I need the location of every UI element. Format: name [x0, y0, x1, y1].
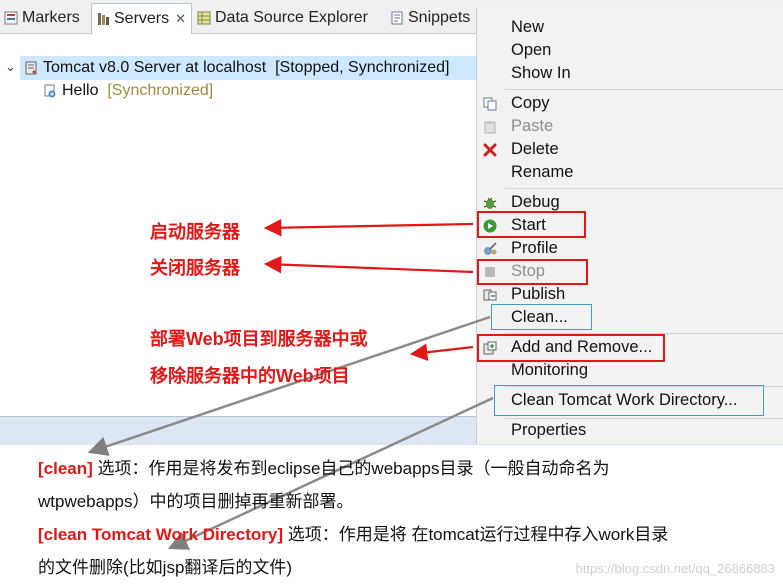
note-clean-term: [clean]: [38, 459, 93, 478]
annotation-stop-server: 关闭服务器: [150, 258, 240, 278]
note-clean-line2: wtpwebapps）中的项目删掉再重新部署。: [38, 492, 354, 511]
arrow-stop: [263, 255, 474, 274]
arrow-add-remove: [409, 343, 474, 361]
annotation-deploy-line1: 部署Web项目到服务器中或: [150, 329, 368, 349]
note-clean-line1: [clean] 选项：作用是将发布到eclipse自己的webapps目录（一般…: [38, 454, 610, 479]
arrow-start: [263, 218, 474, 237]
note-clean-work-line1: [clean Tomcat Work Directory] 选项：作用是将 在t…: [38, 520, 668, 545]
note-clean-work-desc: 选项：作用是将 在tomcat运行过程中存入work目录: [283, 525, 669, 544]
annotation-start-server: 启动服务器: [150, 222, 240, 242]
annotation-deploy-line2: 移除服务器中的Web项目: [150, 366, 350, 386]
note-clean-desc: 选项：作用是将发布到eclipse自己的webapps目录（一般自动命名为: [92, 459, 610, 478]
watermark: https://blog.csdn.net/qq_26866883: [575, 561, 776, 576]
note-clean-work-term: [clean Tomcat Work Directory]: [38, 525, 283, 544]
note-clean-work-line2: 的文件删除(比如jsp翻译后的文件): [38, 558, 293, 577]
